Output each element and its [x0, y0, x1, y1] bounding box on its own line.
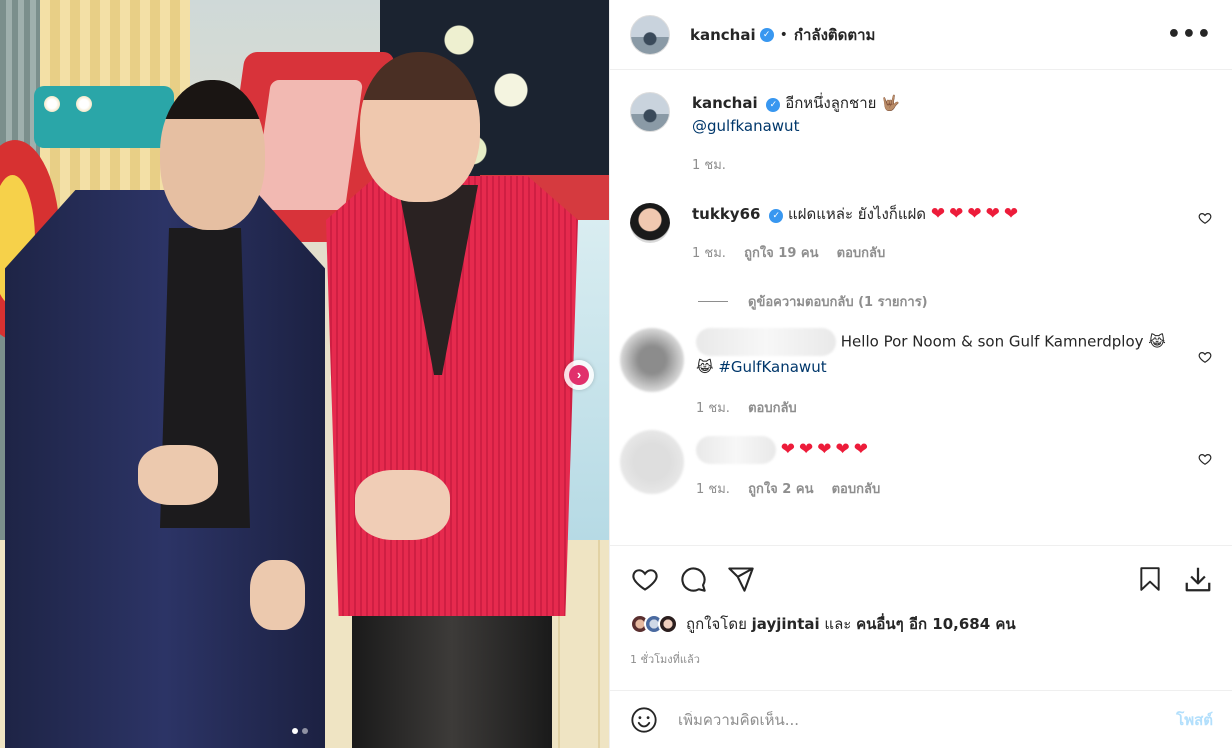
caption-emoji: 🤟🏽 [881, 94, 900, 112]
comment-text: แฝดแหล่ะ ยังไงก็แฝด [788, 205, 927, 223]
more-options-icon[interactable]: ••• [1167, 22, 1212, 47]
comment-item: ❤❤❤❤❤ 1 ชม. ถูกใจ 2 คน ตอบกลับ [620, 430, 1212, 501]
comment-emoji: 😹 [1148, 332, 1166, 351]
blurred-avatar[interactable] [620, 328, 684, 392]
comment-username[interactable]: tukky66 [692, 205, 760, 223]
action-icons [630, 546, 1213, 612]
caption-time[interactable]: 1 ชม. [692, 158, 726, 173]
comment-likes[interactable]: ถูกใจ 19 คน [744, 246, 818, 261]
light-bulb [76, 96, 92, 112]
view-replies-label: ดูข้อความตอบกลับ (1 รายการ) [748, 295, 928, 310]
carousel-dot-active [292, 728, 298, 734]
chevron-right-icon: › [569, 365, 589, 385]
comment-input[interactable] [678, 710, 1177, 729]
post-button[interactable]: โพสต์ [1176, 708, 1213, 732]
comment-time[interactable]: 1 ชม. [692, 246, 726, 261]
comment-time[interactable]: 1 ชม. [696, 401, 730, 416]
commenter-avatar[interactable] [630, 203, 670, 243]
blurred-username[interactable] [696, 436, 776, 464]
reply-button[interactable]: ตอบกลับ [748, 401, 797, 416]
light-bulb [44, 96, 60, 112]
hand [250, 560, 305, 630]
comment-time[interactable]: 1 ชม. [696, 482, 730, 497]
comment-item: Hello Por Noom & son Gulf Kamnerdploy 😹 … [620, 328, 1212, 420]
add-comment-bar: โพสต์ [610, 690, 1232, 748]
liker-avatar [658, 614, 678, 634]
comment-item: tukky66 ✓ แฝดแหล่ะ ยังไงก็แฝด ❤❤❤❤❤ 1 ชม… [630, 203, 1212, 265]
stage-sign [34, 86, 174, 148]
post-header: kanchai ✓ • กำลังติดตาม ••• [610, 0, 1232, 70]
comment-text: Hello Por Noom & son Gulf Kamnerdploy [840, 332, 1144, 351]
share-icon [728, 567, 754, 592]
red-hearts-emoji: ❤❤❤❤❤ [780, 439, 873, 460]
caption-text: อีกหนึ่งลูกชาย [785, 94, 877, 112]
reply-button[interactable]: ตอบกลับ [837, 246, 886, 261]
blurred-avatar[interactable] [620, 430, 684, 494]
instagram-post-view: › kanchai ✓ • กำลังติดตาม ••• kanchai ✓ … [0, 0, 1232, 748]
author-username[interactable]: kanchai [690, 26, 756, 44]
caption-username[interactable]: kanchai [692, 94, 758, 112]
author-avatar[interactable] [630, 92, 670, 132]
carousel-dot [302, 728, 308, 734]
like-comment-heart-icon[interactable] [1198, 350, 1212, 364]
post-actions: ถูกใจโดย jayjintai และ คนอื่นๆ อีก 10,68… [610, 545, 1232, 668]
liker-username[interactable]: jayjintai [752, 615, 820, 633]
like-button[interactable] [630, 564, 660, 594]
red-hearts-emoji: ❤❤❤❤❤ [930, 204, 1023, 224]
bookmark-icon [1140, 567, 1160, 591]
view-replies-button[interactable]: ดูข้อความตอบกลับ (1 รายการ) [698, 291, 1212, 312]
marquee-letter [252, 80, 364, 210]
heart-icon [632, 569, 658, 591]
author-avatar[interactable] [630, 14, 670, 55]
man-head [360, 52, 480, 202]
save-button[interactable] [1135, 564, 1165, 594]
verified-badge-icon: ✓ [766, 98, 781, 112]
comment-emoji: 😹 [696, 358, 714, 376]
download-icon [1185, 567, 1211, 592]
post-photo[interactable]: › [0, 0, 609, 748]
hand [138, 445, 218, 505]
hand [355, 470, 450, 540]
blurred-username[interactable] [696, 328, 836, 356]
post-timestamp[interactable]: 1 ชั่วโมงที่แล้ว [630, 650, 1213, 668]
post-details-panel: kanchai ✓ • กำลังติดตาม ••• kanchai ✓ อี… [609, 0, 1232, 748]
carousel-next-button[interactable]: › [564, 360, 594, 390]
comment-icon [681, 567, 706, 592]
comments-list: kanchai ✓ อีกหนึ่งลูกชาย 🤟🏽 @gulfkanawut… [610, 70, 1232, 545]
emoji-icon[interactable] [630, 706, 658, 734]
likes-others[interactable]: คนอื่นๆ อีก 10,684 คน [856, 615, 1016, 633]
verified-badge-icon: ✓ [769, 209, 784, 223]
reply-button[interactable]: ตอบกลับ [832, 482, 881, 497]
separator: • [779, 26, 788, 43]
likes-prefix: ถูกใจโดย [686, 615, 747, 633]
hashtag-link[interactable]: #GulfKanawut [718, 358, 826, 376]
share-button[interactable] [726, 564, 756, 594]
mention-link[interactable]: @gulfkanawut [692, 117, 799, 135]
man-head [160, 80, 265, 230]
like-comment-heart-icon[interactable] [1198, 211, 1212, 225]
comment-button[interactable] [678, 564, 708, 594]
download-button[interactable] [1183, 564, 1213, 594]
comment-likes[interactable]: ถูกใจ 2 คน [748, 482, 813, 497]
likes-and: และ [824, 615, 852, 633]
carousel-indicator [292, 728, 308, 734]
like-comment-heart-icon[interactable] [1198, 452, 1212, 466]
divider-line [698, 301, 728, 302]
verified-badge-icon: ✓ [759, 27, 774, 42]
likes-summary[interactable]: ถูกใจโดย jayjintai และ คนอื่นๆ อีก 10,68… [630, 612, 1213, 636]
following-button[interactable]: กำลังติดตาม [794, 23, 876, 47]
caption: kanchai ✓ อีกหนึ่งลูกชาย 🤟🏽 @gulfkanawut… [630, 92, 1212, 177]
